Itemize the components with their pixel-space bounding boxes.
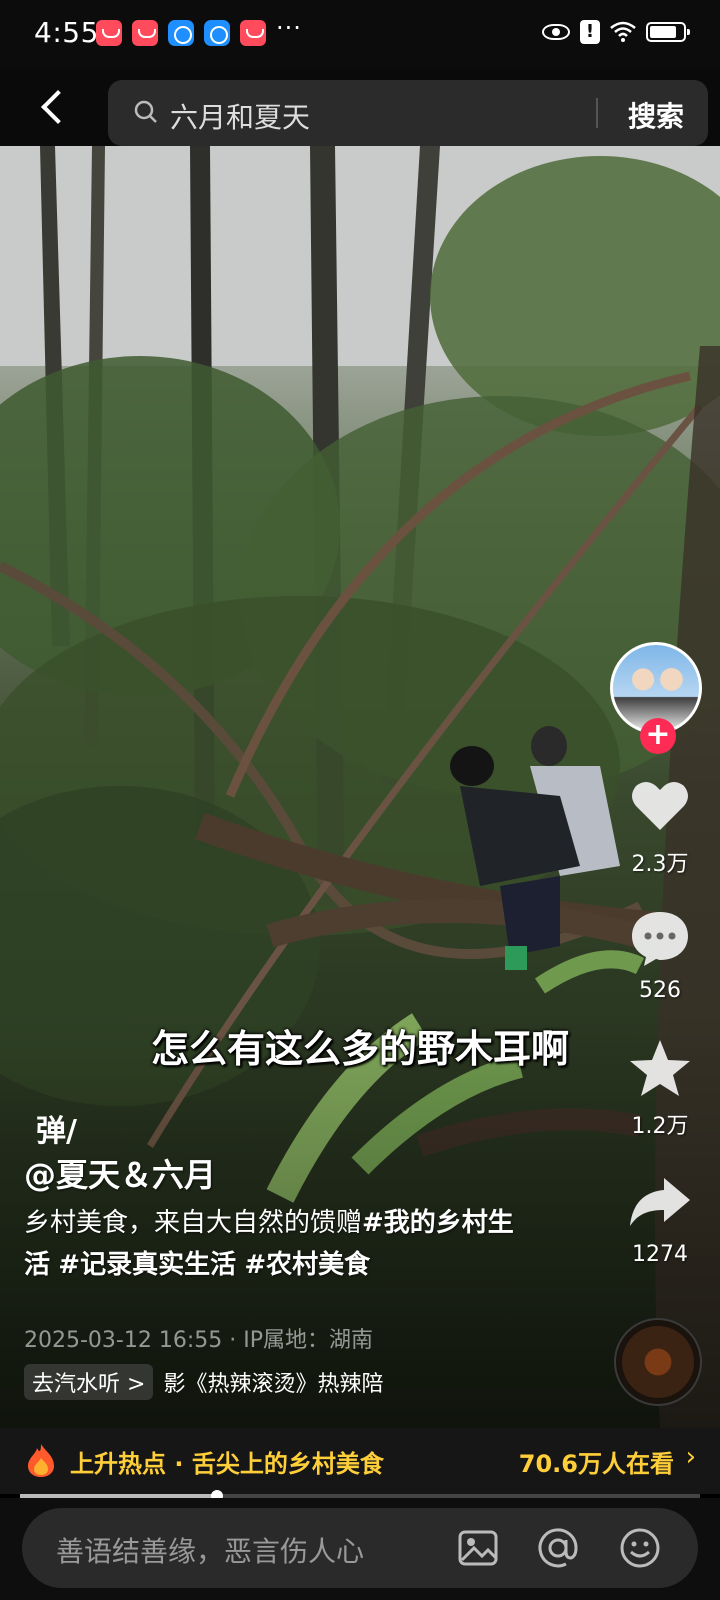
wifi-icon [610, 21, 636, 42]
search-input[interactable]: 六月和夏天 搜索 [108, 80, 708, 146]
danmu-label: 弹 [36, 1114, 66, 1149]
app-notification-icon [132, 20, 158, 46]
post-meta: 2025-03-12 16:55 · IP属地：湖南 [24, 1328, 373, 1353]
comment-placeholder: 善语结善缘，恶言伤人心 [56, 1535, 365, 1568]
comment-bar: 善语结善缘，恶言伤人心 [0, 1498, 720, 1600]
app-notification-icon [240, 20, 266, 46]
viewer-count: 70.6万人在看 [518, 1450, 674, 1478]
follow-button[interactable]: + [640, 718, 676, 754]
danmu-toggle[interactable]: 弹/ [36, 1106, 77, 1150]
like-count: 2.3万 [631, 852, 689, 877]
chevron-right-icon: › [685, 1442, 696, 1472]
search-header: 六月和夏天 搜索 [0, 68, 720, 146]
shield-app-icon [168, 20, 194, 46]
search-icon [134, 100, 157, 123]
emoji-icon[interactable] [618, 1526, 662, 1570]
back-icon[interactable] [36, 88, 76, 128]
hashtag[interactable]: #农村美食 [244, 1250, 370, 1280]
star-icon [630, 1040, 690, 1096]
comment-input[interactable]: 善语结善缘，恶言伤人心 [22, 1508, 698, 1588]
author-name[interactable]: @夏天＆六月 [24, 1150, 216, 1196]
video-player[interactable]: 怎么有这么多的野木耳啊 + 2.3万 526 1.2万 1274 弹/ @夏天＆… [0, 146, 720, 1428]
description-text: 乡村美食，来自大自然的馈赠 [24, 1208, 363, 1238]
status-bar: 4:55 ··· ! [0, 0, 720, 68]
video-subtitle: 怎么有这么多的野木耳啊 [150, 1027, 569, 1071]
search-button[interactable]: 搜索 [628, 95, 684, 135]
alert-icon: ! [580, 20, 600, 44]
comment-icon [632, 912, 688, 966]
hashtag[interactable]: #记录真实生活 [58, 1250, 236, 1280]
share-icon [630, 1178, 690, 1226]
hot-topic-bar[interactable]: 上升热点 · 舌尖上的乡村美食 70.6万人在看 › [0, 1428, 720, 1494]
image-icon[interactable] [456, 1526, 500, 1570]
search-divider [596, 98, 598, 128]
favorite-count: 1.2万 [631, 1114, 689, 1139]
music-title: 影《热辣滚烫》热辣陪 [163, 1372, 384, 1397]
search-query: 六月和夏天 [170, 101, 311, 134]
like-button[interactable]: 2.3万 [618, 774, 702, 878]
app-notification-icon [96, 20, 122, 46]
favorite-button[interactable]: 1.2万 [618, 1036, 702, 1140]
browser-app-icon [204, 20, 230, 46]
share-count: 1274 [632, 1242, 688, 1267]
at-icon[interactable] [536, 1526, 580, 1570]
comment-button[interactable]: 526 [618, 906, 702, 1003]
battery-icon [646, 22, 690, 42]
more-notifications-icon: ··· [276, 14, 302, 42]
music-bar[interactable]: 去汽水听 > 影《热辣滚烫》热辣陪 [24, 1364, 447, 1400]
open-music-app-button[interactable]: 去汽水听 > [24, 1364, 154, 1400]
flame-icon [28, 1444, 54, 1477]
heart-icon [632, 782, 688, 830]
music-disc[interactable] [614, 1318, 702, 1406]
status-time: 4:55 [34, 16, 99, 49]
comment-count: 526 [639, 978, 681, 1003]
share-button[interactable]: 1274 [618, 1170, 702, 1267]
video-description: 乡村美食，来自大自然的馈赠#我的乡村生活 #记录真实生活 #农村美食 [24, 1202, 534, 1286]
hot-topic-text: 上升热点 · 舌尖上的乡村美食 [70, 1450, 384, 1478]
eye-icon [542, 24, 570, 40]
